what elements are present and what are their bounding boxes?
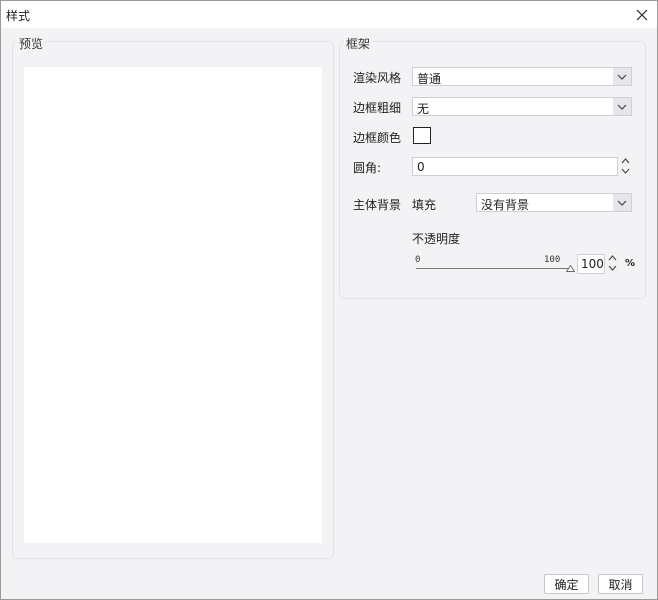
render-style-select[interactable]: 普通 [412, 67, 632, 86]
chevron-up-icon [621, 158, 629, 164]
border-width-select[interactable]: 无 [412, 97, 632, 116]
spin-up-button[interactable] [619, 156, 631, 166]
border-width-label: 边框粗细 [353, 101, 402, 115]
slider-min-label: 0 [415, 255, 421, 265]
cancel-button-label: 取消 [608, 577, 633, 592]
render-style-value: 普通 [417, 72, 442, 86]
chevron-up-icon [608, 255, 616, 261]
corner-radius-value: 0 [417, 160, 425, 174]
fill-label: 填充 [412, 198, 437, 212]
body-background-label: 主体背景 [353, 198, 402, 212]
border-width-value: 无 [417, 102, 430, 116]
opacity-slider-track[interactable] [416, 268, 570, 269]
opacity-spinner [606, 253, 618, 273]
opacity-input[interactable]: 100 [577, 254, 605, 274]
spin-up-button[interactable] [606, 253, 618, 263]
fill-select[interactable]: 没有背景 [476, 193, 632, 212]
dialog-title: 样式 [6, 9, 31, 23]
close-button[interactable] [631, 4, 653, 26]
chevron-down-icon[interactable] [613, 68, 631, 85]
style-dialog: 样式 预览 框架 渲染风格 普通 边框粗细 无 边框颜色 圆角: 0 主体背景 … [0, 0, 658, 600]
opacity-value: 100 [581, 257, 604, 271]
ok-button-label: 确定 [554, 577, 579, 592]
fill-value: 没有背景 [481, 198, 530, 212]
spin-down-button[interactable] [606, 263, 618, 273]
frame-group: 框架 渲染风格 普通 边框粗细 无 边框颜色 圆角: 0 主体背景 填充 没有背… [339, 35, 646, 299]
ok-button[interactable]: 确定 [544, 574, 589, 594]
frame-legend: 框架 [344, 35, 373, 52]
border-color-label: 边框颜色 [353, 131, 402, 145]
cancel-button[interactable]: 取消 [598, 574, 643, 594]
title-bar: 样式 [1, 1, 657, 28]
preview-group: 预览 [12, 35, 334, 559]
spin-down-button[interactable] [619, 166, 631, 176]
render-style-label: 渲染风格 [353, 71, 402, 85]
opacity-unit: % [625, 258, 636, 269]
chevron-down-icon [621, 168, 629, 174]
chevron-down-icon [608, 265, 616, 271]
opacity-slider-thumb[interactable] [565, 265, 575, 272]
chevron-down-icon[interactable] [613, 98, 631, 115]
corner-radius-input[interactable]: 0 [412, 157, 618, 176]
opacity-label: 不透明度 [412, 232, 461, 246]
chevron-down-icon[interactable] [613, 194, 631, 211]
corner-radius-label: 圆角: [353, 161, 382, 175]
preview-legend: 预览 [17, 35, 46, 52]
preview-canvas [24, 67, 322, 543]
corner-radius-spinner [619, 156, 631, 176]
slider-max-label: 100 [544, 255, 561, 265]
close-icon [636, 9, 648, 21]
border-color-swatch[interactable] [413, 127, 431, 144]
